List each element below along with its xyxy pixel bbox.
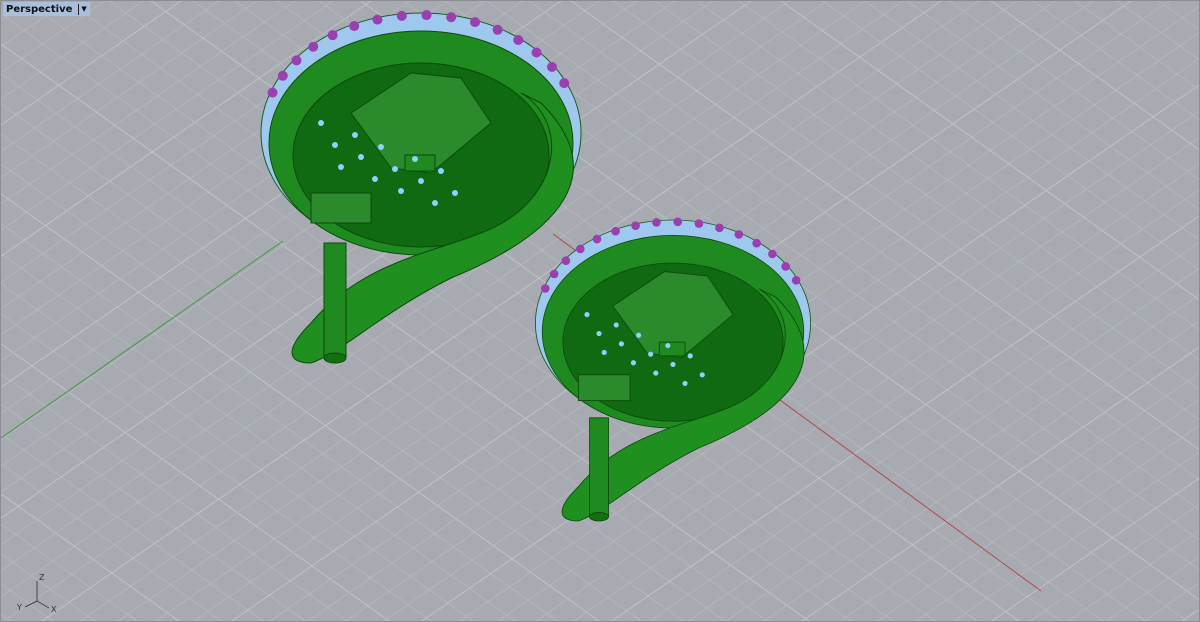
viewport-scene[interactable]	[1, 1, 1199, 621]
hole	[338, 164, 344, 170]
prong	[267, 87, 278, 98]
hole	[372, 176, 378, 182]
hole	[452, 190, 458, 196]
earring-model	[260, 10, 582, 364]
y-axis-label: Y	[17, 603, 22, 612]
hole	[630, 360, 637, 366]
grid-line	[738, 1, 1199, 330]
perspective-viewport[interactable]: Perspective ▼ Z Y X	[0, 0, 1200, 622]
grid-line	[990, 1, 1199, 150]
hole	[412, 156, 418, 162]
prong	[559, 78, 570, 89]
hole	[378, 144, 384, 150]
grid-line	[1067, 530, 1199, 621]
hole	[648, 351, 654, 357]
x-axis-label: X	[51, 605, 57, 614]
prong	[513, 35, 524, 46]
prong	[715, 223, 724, 233]
prong	[652, 218, 661, 227]
grid-line	[1032, 1, 1199, 120]
grid-line	[1158, 1, 1199, 30]
prong	[561, 256, 571, 266]
prong	[576, 244, 585, 254]
grid-line	[1, 283, 474, 621]
grid-line	[839, 373, 1199, 621]
viewport-title-tab[interactable]: Perspective ▼	[3, 2, 90, 16]
grid-line	[1, 313, 432, 621]
prong	[791, 276, 801, 285]
hole	[636, 332, 642, 338]
grid-line	[915, 425, 1199, 621]
prong	[546, 62, 557, 73]
grid-line	[1, 1, 258, 178]
prong	[752, 238, 761, 248]
hole	[670, 361, 676, 368]
prong	[446, 12, 457, 23]
hole	[665, 342, 671, 349]
hole	[682, 380, 688, 386]
prong	[308, 41, 319, 52]
hole	[432, 200, 438, 206]
hole	[687, 353, 693, 359]
prong	[611, 226, 620, 236]
triangle-down-icon[interactable]: ▼	[81, 5, 86, 13]
grid-line	[991, 477, 1199, 621]
prong	[631, 221, 640, 230]
hole	[438, 168, 444, 174]
grid-line	[1181, 608, 1199, 621]
grid-line	[1, 253, 516, 621]
hole	[584, 312, 590, 318]
grid-line	[1116, 1, 1199, 60]
grid-line	[953, 451, 1199, 621]
prong	[531, 47, 542, 58]
hole	[398, 188, 404, 194]
grid-line	[1, 163, 642, 621]
prong	[421, 10, 432, 21]
viewport-name: Perspective	[6, 3, 73, 15]
hole	[618, 341, 624, 347]
prong	[291, 55, 302, 66]
earring-model	[534, 217, 812, 522]
prong	[492, 24, 503, 35]
hole	[601, 349, 607, 356]
prong	[549, 269, 559, 279]
prong	[734, 230, 744, 239]
prong	[372, 14, 383, 25]
hole	[392, 166, 398, 172]
prong	[470, 17, 481, 28]
prong	[673, 217, 683, 227]
grid-line	[1, 223, 558, 621]
hole	[418, 178, 424, 184]
axis-widget: Z Y X	[9, 567, 59, 617]
hole	[699, 372, 705, 378]
hole	[318, 120, 324, 126]
prong	[327, 30, 338, 41]
prong	[396, 10, 407, 21]
y-axis-line	[1, 240, 284, 439]
hole	[653, 370, 659, 376]
prong	[694, 219, 704, 228]
hole	[613, 322, 619, 328]
prong	[541, 284, 550, 293]
grid-line	[1029, 504, 1199, 621]
hole	[596, 330, 602, 337]
hole	[358, 154, 364, 160]
prong	[349, 21, 360, 32]
prong	[277, 70, 288, 81]
prong	[768, 249, 777, 259]
hole	[332, 142, 338, 148]
hole	[352, 132, 358, 138]
prong	[592, 234, 602, 244]
z-axis-label: Z	[39, 573, 45, 582]
grid-line	[877, 399, 1199, 621]
prong	[781, 262, 790, 271]
